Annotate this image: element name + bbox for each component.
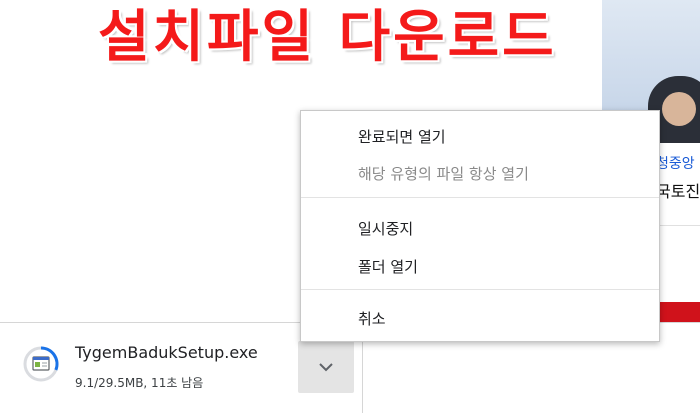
download-menu-button[interactable]	[298, 341, 354, 393]
menu-separator	[301, 289, 659, 290]
installer-file-icon	[22, 345, 60, 383]
news-headline-link[interactable]: 청중앙	[656, 153, 695, 173]
menu-item-always-open-type: 해당 유형의 파일 항상 열기	[358, 165, 529, 183]
overlay-title: 설치파일 다운로드	[98, 4, 557, 70]
ad-person-face	[662, 92, 696, 126]
download-file-name[interactable]: TygemBadukSetup.exe	[75, 343, 258, 362]
menu-item-open-folder[interactable]: 폴더 열기	[301, 253, 659, 281]
download-context-menu: 완료되면 열기 해당 유형의 파일 항상 열기 일시중지 폴더 열기 취소	[300, 110, 660, 342]
menu-item-cancel[interactable]: 취소	[301, 305, 659, 333]
browser-page: 청중앙 국토진 설치파일 다운로드 TygemBadukSetup.exe 9.…	[0, 0, 700, 414]
menu-separator	[301, 197, 659, 198]
chevron-down-icon	[319, 363, 333, 372]
news-subheadline[interactable]: 국토진	[656, 178, 700, 202]
menu-item-open-when-done[interactable]: 완료되면 열기	[301, 123, 659, 151]
menu-item-pause[interactable]: 일시중지	[301, 215, 659, 243]
download-status-text: 9.1/29.5MB, 11초 남음	[75, 376, 204, 390]
